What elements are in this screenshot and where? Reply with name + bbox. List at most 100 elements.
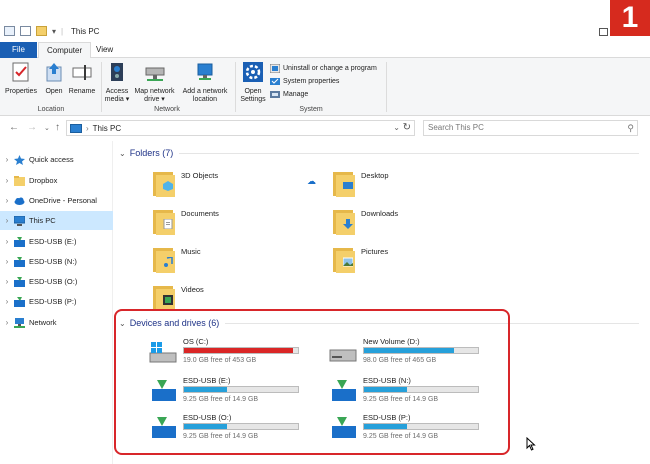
open-settings-button[interactable]: Open Settings	[237, 61, 269, 104]
search-input[interactable]: Search This PC ⚲	[423, 120, 638, 136]
restore-icon[interactable]	[599, 28, 608, 36]
usb-drive-icon	[14, 256, 25, 267]
folder-label: Videos	[181, 285, 204, 294]
properties-icon	[12, 62, 29, 82]
cloud-sync-icon: ☁	[307, 176, 316, 186]
uninstall-program-button[interactable]: Uninstall or change a program	[270, 64, 377, 73]
folder-3d-objects[interactable]: 3D Objects	[153, 169, 218, 197]
sidebar-item-this-pc[interactable]: › This PC	[0, 211, 113, 230]
system-properties-button[interactable]: System properties	[270, 77, 339, 86]
properties-icon[interactable]	[20, 26, 31, 36]
chevron-right-icon[interactable]: ›	[0, 216, 14, 225]
folder-documents[interactable]: Documents	[153, 207, 219, 235]
manage-button[interactable]: Manage	[270, 90, 308, 99]
folder-downloads[interactable]: Downloads	[333, 207, 398, 235]
manage-label: Manage	[283, 91, 309, 98]
address-bar[interactable]: › This PC ⌄ ↻	[66, 120, 415, 136]
address-row: ← → ⌄ ↑ › This PC ⌄ ↻ Search This PC ⚲	[0, 116, 650, 141]
network-icon	[14, 317, 25, 328]
properties-button[interactable]: Properties	[5, 61, 37, 96]
open-label: Open	[45, 88, 63, 95]
chevron-right-icon[interactable]: ›	[0, 297, 14, 306]
uninstall-icon	[270, 64, 280, 73]
group-label-system: System	[299, 106, 323, 113]
chevron-right-icon[interactable]: ›	[0, 257, 14, 266]
manage-icon	[270, 91, 280, 98]
sidebar-item-onedrive[interactable]: › OneDrive - Personal	[0, 191, 113, 210]
uninstall-label: Uninstall or change a program	[283, 65, 377, 72]
group-label-network: Network	[154, 106, 180, 113]
new-folder-icon[interactable]	[36, 26, 47, 36]
cloud-icon	[14, 197, 25, 205]
chevron-right-icon[interactable]: ›	[0, 277, 14, 286]
back-arrow-icon[interactable]: ←	[9, 122, 19, 133]
chevron-right-icon[interactable]: ›	[0, 196, 14, 205]
music-folder-icon	[153, 245, 175, 273]
folder-desktop[interactable]: Desktop	[333, 169, 389, 197]
tab-file[interactable]: File	[0, 42, 37, 58]
chevron-right-icon[interactable]: ›	[0, 176, 14, 185]
computer-icon	[4, 26, 15, 36]
star-icon	[14, 154, 25, 165]
map-network-drive-button[interactable]: Map network drive ▾	[133, 61, 176, 104]
downloads-folder-icon	[333, 207, 355, 235]
desktop-folder-icon	[333, 169, 355, 197]
breadcrumb: This PC	[92, 123, 122, 133]
group-separator	[235, 62, 236, 112]
network-location-icon	[197, 63, 213, 80]
chevron-right-icon[interactable]: ›	[0, 318, 14, 327]
sidebar-item-quick-access[interactable]: › Quick access	[0, 150, 113, 169]
folder-music[interactable]: Music	[153, 245, 201, 273]
sidebar-item-label: ESD-USB (N:)	[29, 257, 77, 266]
tab-computer[interactable]: Computer	[38, 42, 92, 59]
group-separator	[101, 62, 102, 112]
sidebar-item-esd-usb-p[interactable]: › ESD-USB (P:)	[0, 292, 113, 311]
computer-icon	[14, 215, 25, 226]
folders-section-header[interactable]: ⌄ Folders (7)	[119, 148, 639, 158]
videos-folder-icon	[153, 283, 175, 311]
usb-drive-icon	[14, 236, 25, 247]
folder-pictures[interactable]: Pictures	[333, 245, 388, 273]
ribbon: Properties Open Rename Location Access m…	[0, 58, 650, 116]
rename-button[interactable]: Rename	[68, 61, 96, 96]
3d-objects-folder-icon	[153, 169, 175, 197]
forward-arrow-icon[interactable]: →	[27, 122, 37, 133]
system-properties-label: System properties	[283, 78, 340, 85]
open-button[interactable]: Open	[43, 61, 65, 96]
tab-view[interactable]: View	[88, 42, 121, 58]
sidebar-item-label: This PC	[29, 216, 56, 225]
section-title: Folders (7)	[129, 148, 174, 158]
address-dropdown-icon[interactable]: ⌄	[393, 123, 400, 132]
sidebar-item-network[interactable]: › Network	[0, 313, 113, 332]
customize-toolbar-icon[interactable]: ▾	[52, 27, 56, 36]
sidebar-item-label: ESD-USB (O:)	[29, 277, 78, 286]
sidebar-item-label: OneDrive - Personal	[29, 196, 97, 205]
window-title: This PC	[71, 27, 100, 36]
step-badge: 1	[610, 0, 650, 36]
open-icon	[46, 63, 62, 82]
rename-label: Rename	[68, 88, 96, 95]
sidebar-item-esd-usb-e[interactable]: › ESD-USB (E:)	[0, 232, 113, 251]
highlight-box	[114, 309, 510, 455]
chevron-down-icon[interactable]: ⌄	[119, 149, 126, 158]
sidebar-item-label: ESD-USB (E:)	[29, 237, 77, 246]
sidebar-item-label: Network	[29, 318, 57, 327]
up-arrow-icon[interactable]: ↑	[55, 122, 60, 133]
system-properties-icon	[270, 78, 280, 85]
usb-drive-icon	[14, 276, 25, 287]
documents-folder-icon	[153, 207, 175, 235]
add-network-location-button[interactable]: Add a network location	[179, 61, 231, 104]
quick-access-toolbar: ▾ |	[4, 26, 63, 36]
folder-label: Desktop	[361, 171, 389, 180]
chevron-right-icon[interactable]: ›	[0, 237, 14, 246]
refresh-icon[interactable]: ↻	[403, 122, 411, 133]
chevron-right-icon[interactable]: ›	[0, 155, 14, 164]
sidebar-item-esd-usb-n[interactable]: › ESD-USB (N:)	[0, 252, 113, 271]
folder-videos[interactable]: Videos	[153, 283, 204, 311]
recent-locations-icon[interactable]: ⌄	[44, 124, 50, 132]
title-bar: ▾ | This PC	[0, 22, 650, 42]
navigation-pane: › Quick access › Dropbox › OneDrive - Pe…	[0, 141, 113, 464]
sidebar-item-esd-usb-o[interactable]: › ESD-USB (O:)	[0, 272, 113, 291]
sidebar-item-dropbox[interactable]: › Dropbox	[0, 171, 113, 190]
access-media-button[interactable]: Access media ▾	[103, 61, 131, 104]
